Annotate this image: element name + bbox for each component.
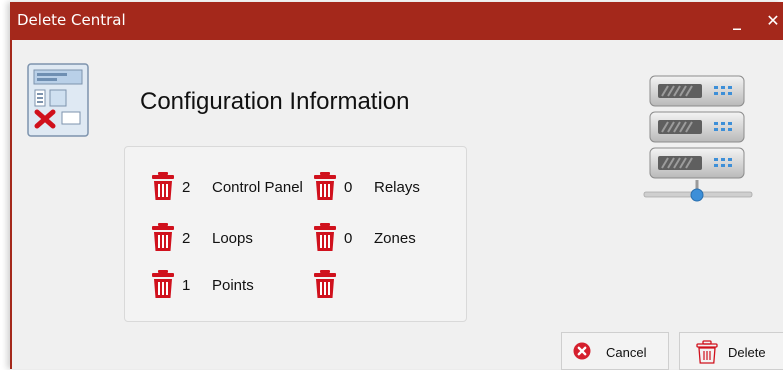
- close-button[interactable]: ✕: [758, 6, 783, 36]
- trash-outline-icon: [696, 340, 718, 364]
- relays-label: Relays: [374, 179, 420, 196]
- loops-count: 2: [182, 230, 191, 247]
- control-panel-count: 2: [182, 179, 191, 196]
- cancel-label: Cancel: [606, 345, 647, 360]
- trash-icon[interactable]: [313, 222, 337, 252]
- points-count: 1: [182, 277, 191, 294]
- server-icon: [643, 75, 753, 202]
- trash-icon[interactable]: [151, 171, 175, 201]
- delete-central-dialog: Delete Central _ ✕ Configuration Informa…: [10, 2, 783, 370]
- loops-label: Loops: [212, 230, 253, 247]
- trash-icon[interactable]: [313, 171, 337, 201]
- title-bar[interactable]: Delete Central _ ✕: [10, 2, 783, 40]
- trash-icon[interactable]: [151, 222, 175, 252]
- delete-button[interactable]: Delete: [679, 332, 783, 370]
- minimize-button[interactable]: _: [722, 6, 752, 36]
- cancel-button[interactable]: Cancel: [561, 332, 669, 370]
- page-title: Configuration Information: [140, 88, 410, 115]
- control-panel-delete-icon: [27, 63, 89, 137]
- window-title: Delete Central: [17, 11, 126, 29]
- zones-label: Zones: [374, 230, 416, 247]
- delete-label: Delete: [728, 345, 766, 360]
- trash-icon[interactable]: [151, 269, 175, 299]
- points-label: Points: [212, 277, 254, 294]
- trash-icon[interactable]: [313, 269, 337, 299]
- configuration-info-panel: 2 Control Panel 0 Relays 2 Loops 0 Zones…: [124, 146, 467, 322]
- cancel-circle-icon: [573, 342, 591, 360]
- zones-count: 0: [344, 230, 353, 247]
- relays-count: 0: [344, 179, 353, 196]
- control-panel-label: Control Panel: [212, 179, 303, 196]
